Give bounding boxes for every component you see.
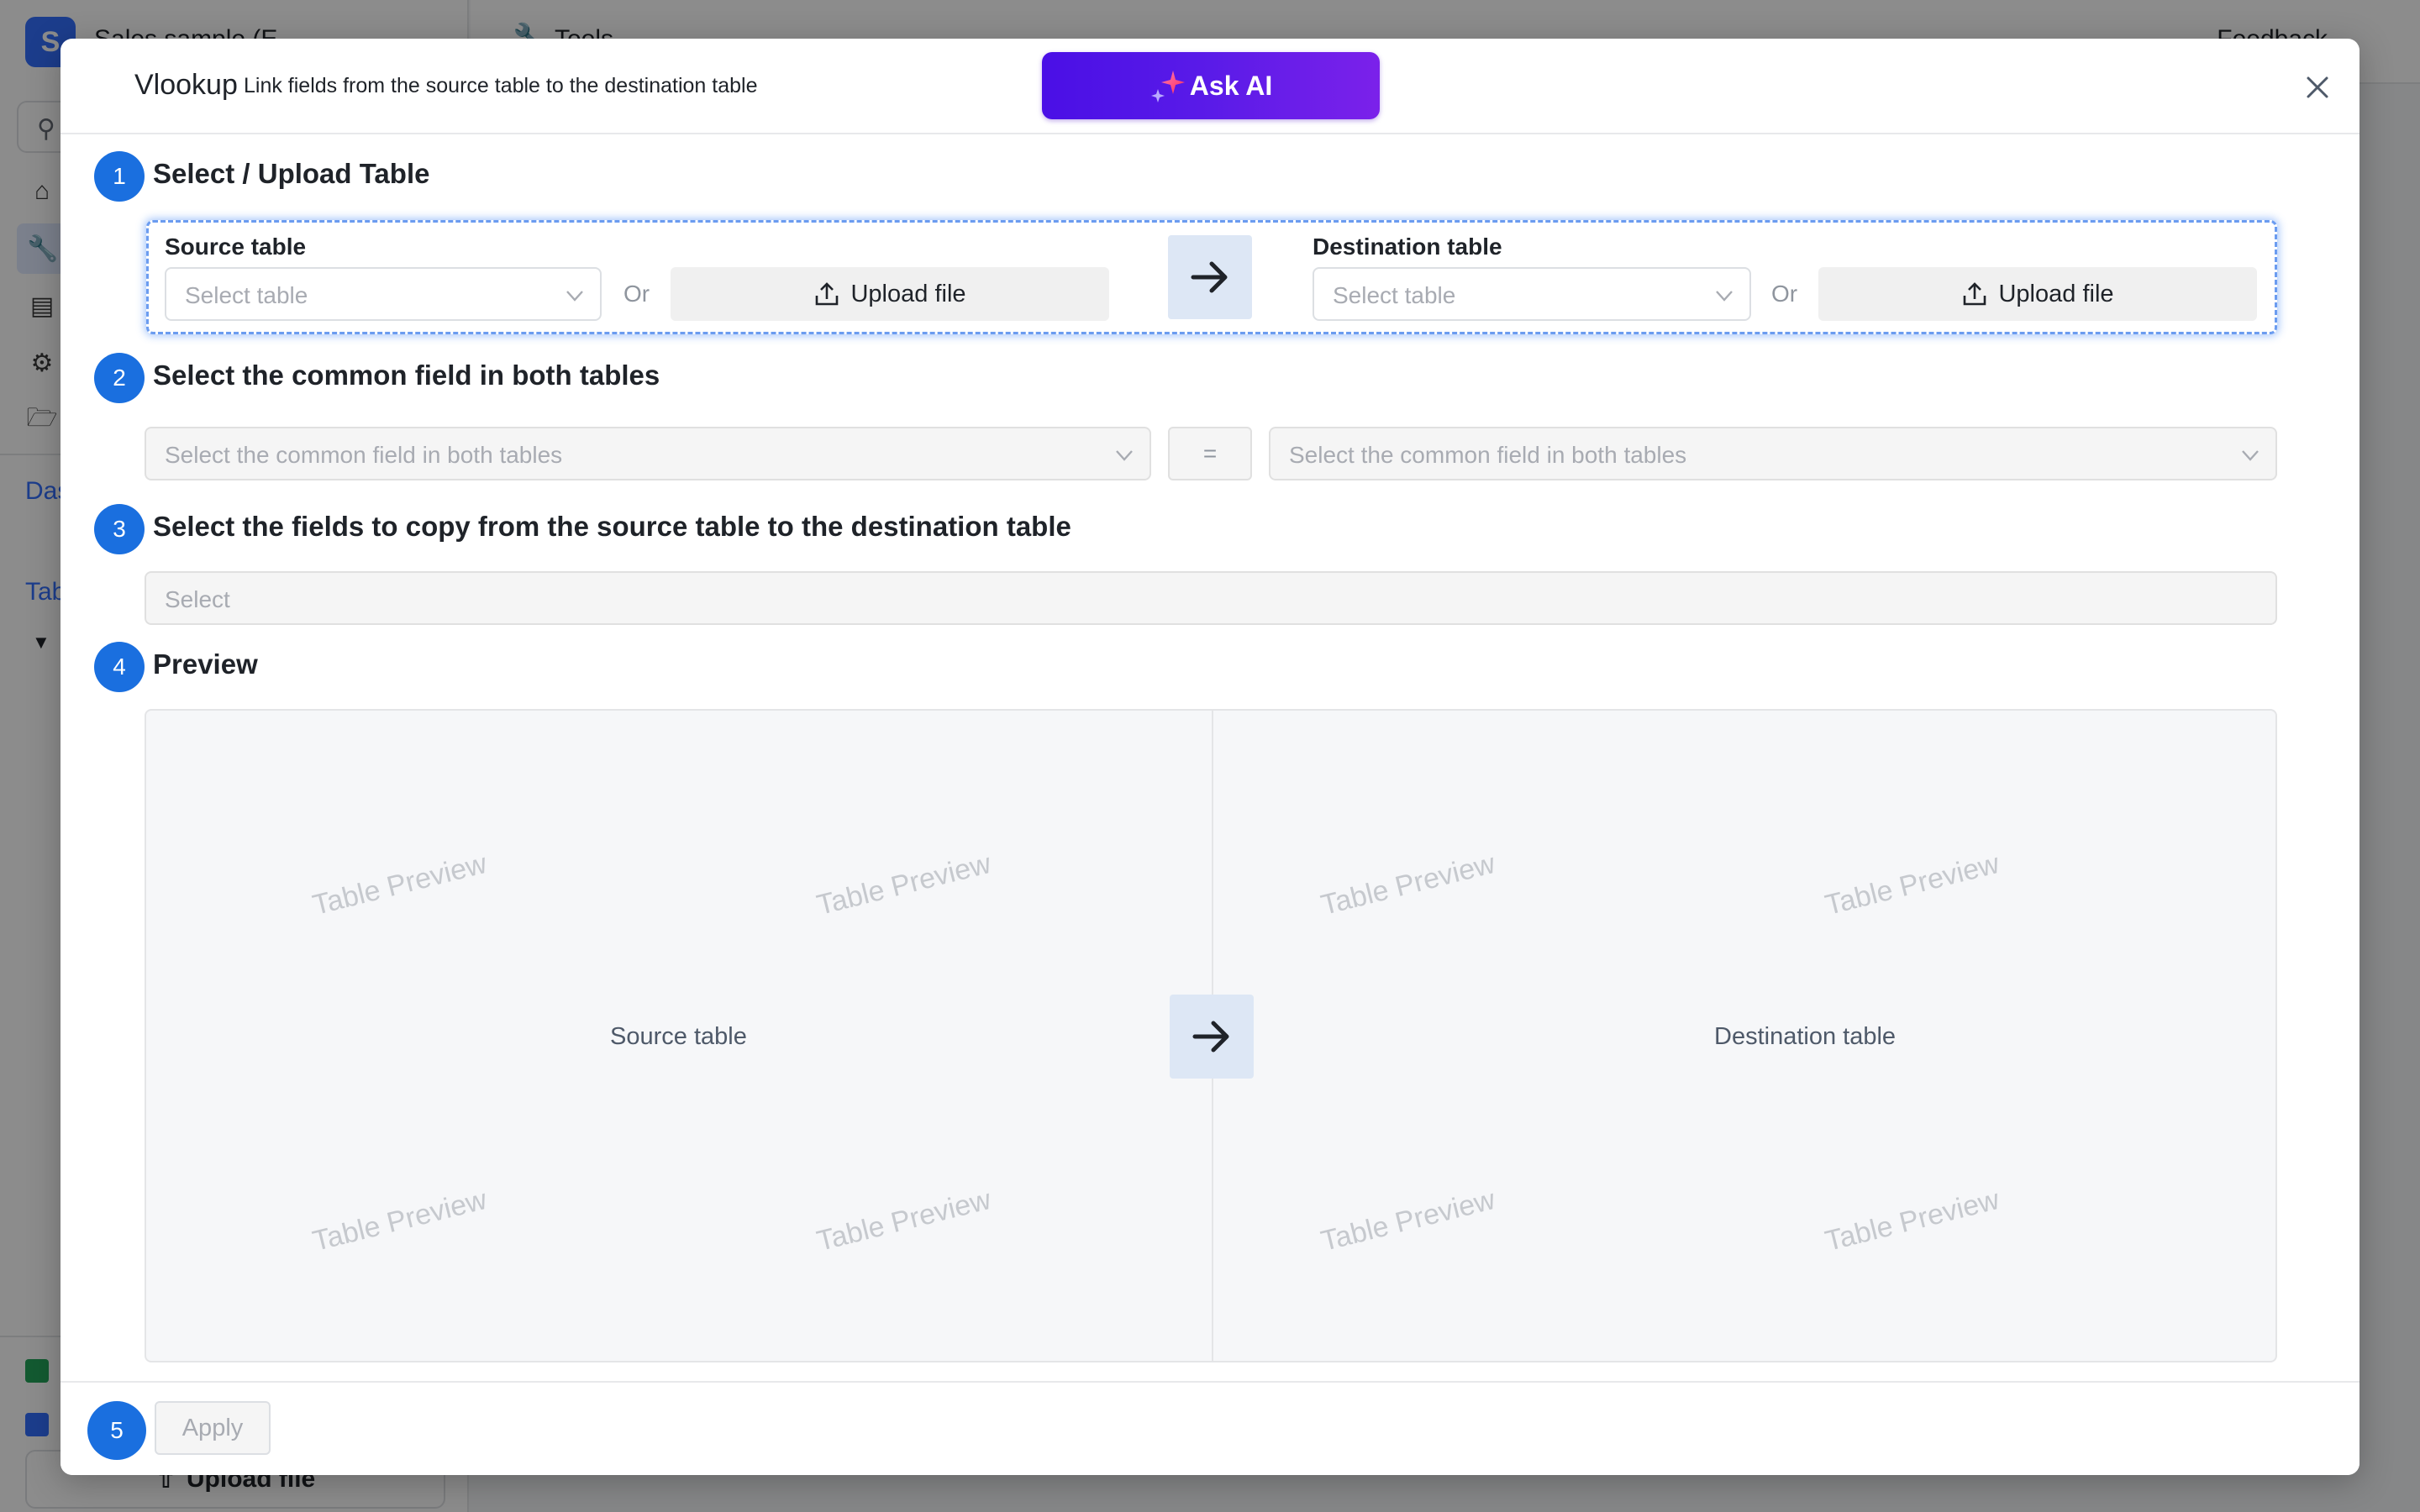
modal-subtitle: Link fields from the source table to the… <box>244 74 758 97</box>
step-2-badge: 2 <box>94 353 145 403</box>
arrow-box-preview <box>1170 995 1254 1079</box>
step-3-badge: 3 <box>94 504 145 554</box>
close-button[interactable] <box>2301 71 2334 104</box>
chevron-down-icon <box>566 291 583 302</box>
step-1-title: Select / Upload Table <box>153 158 430 189</box>
step-3-title: Select the fields to copy from the sourc… <box>153 511 1071 542</box>
ask-ai-button[interactable]: Ask AI <box>1042 52 1380 119</box>
step-5-badge: 5 <box>87 1401 146 1460</box>
destination-upload-button[interactable]: Upload file <box>1818 267 2257 321</box>
step-4-badge: 4 <box>94 642 145 692</box>
destination-or-text: Or <box>1771 281 1798 307</box>
ask-ai-label: Ask AI <box>1189 70 1273 101</box>
upload-icon <box>1964 282 1986 306</box>
preview-watermark: Table Preview <box>1822 847 2002 922</box>
modal-title: Vlookup <box>134 69 238 101</box>
source-common-field-select[interactable]: Select the common field in both tables <box>145 427 1151 480</box>
destination-table-label: Destination table <box>1313 234 1502 260</box>
preview-watermark: Table Preview <box>813 1183 994 1258</box>
vlookup-modal: Vlookup Link fields from the source tabl… <box>60 39 2360 1475</box>
modal-footer: 5 Apply <box>60 1381 2360 1475</box>
preview-destination-label: Destination table <box>1714 1023 1897 1050</box>
destination-table-placeholder: Select table <box>1333 282 1456 308</box>
step-1-badge: 1 <box>94 151 145 202</box>
source-or-text: Or <box>623 281 650 307</box>
step-4-title: Preview <box>153 648 258 680</box>
modal-header: Vlookup Link fields from the source tabl… <box>60 39 2360 134</box>
copy-fields-select[interactable]: Select <box>145 571 2277 625</box>
source-upload-button[interactable]: Upload file <box>671 267 1109 321</box>
close-icon <box>2307 76 2328 98</box>
upload-icon <box>816 282 839 306</box>
source-table-label: Source table <box>165 234 307 260</box>
destination-upload-label: Upload file <box>1998 280 2114 307</box>
copy-fields-placeholder: Select <box>165 586 230 612</box>
source-common-field-placeholder: Select the common field in both tables <box>165 442 563 468</box>
preview-source-label: Source table <box>610 1023 747 1050</box>
arrow-right-icon <box>1192 1021 1229 1053</box>
preview-watermark: Table Preview <box>1822 1183 2002 1258</box>
chevron-down-icon <box>2242 450 2259 461</box>
step-2-title: Select the common field in both tables <box>153 360 660 391</box>
sparkle-icon <box>1150 71 1185 102</box>
preview-watermark: Table Preview <box>309 847 490 922</box>
source-table-select[interactable]: Select table <box>165 267 602 321</box>
destination-common-field-select[interactable]: Select the common field in both tables <box>1269 427 2277 480</box>
source-upload-label: Upload file <box>850 280 966 307</box>
arrow-box-top <box>1168 235 1252 319</box>
table-preview-area: Table Preview Table Preview Table Previe… <box>145 709 2277 1362</box>
destination-table-select[interactable]: Select table <box>1313 267 1751 321</box>
preview-watermark: Table Preview <box>813 847 994 922</box>
preview-watermark: Table Preview <box>309 1183 490 1258</box>
destination-common-field-placeholder: Select the common field in both tables <box>1289 442 1687 468</box>
chevron-down-icon <box>1716 291 1733 302</box>
preview-watermark: Table Preview <box>1318 847 1498 922</box>
arrow-right-icon <box>1191 261 1228 293</box>
chevron-down-icon <box>1116 450 1133 461</box>
apply-button[interactable]: Apply <box>155 1401 271 1455</box>
preview-watermark: Table Preview <box>1318 1183 1498 1258</box>
source-table-placeholder: Select table <box>185 282 308 308</box>
equals-sign: = <box>1168 427 1252 480</box>
